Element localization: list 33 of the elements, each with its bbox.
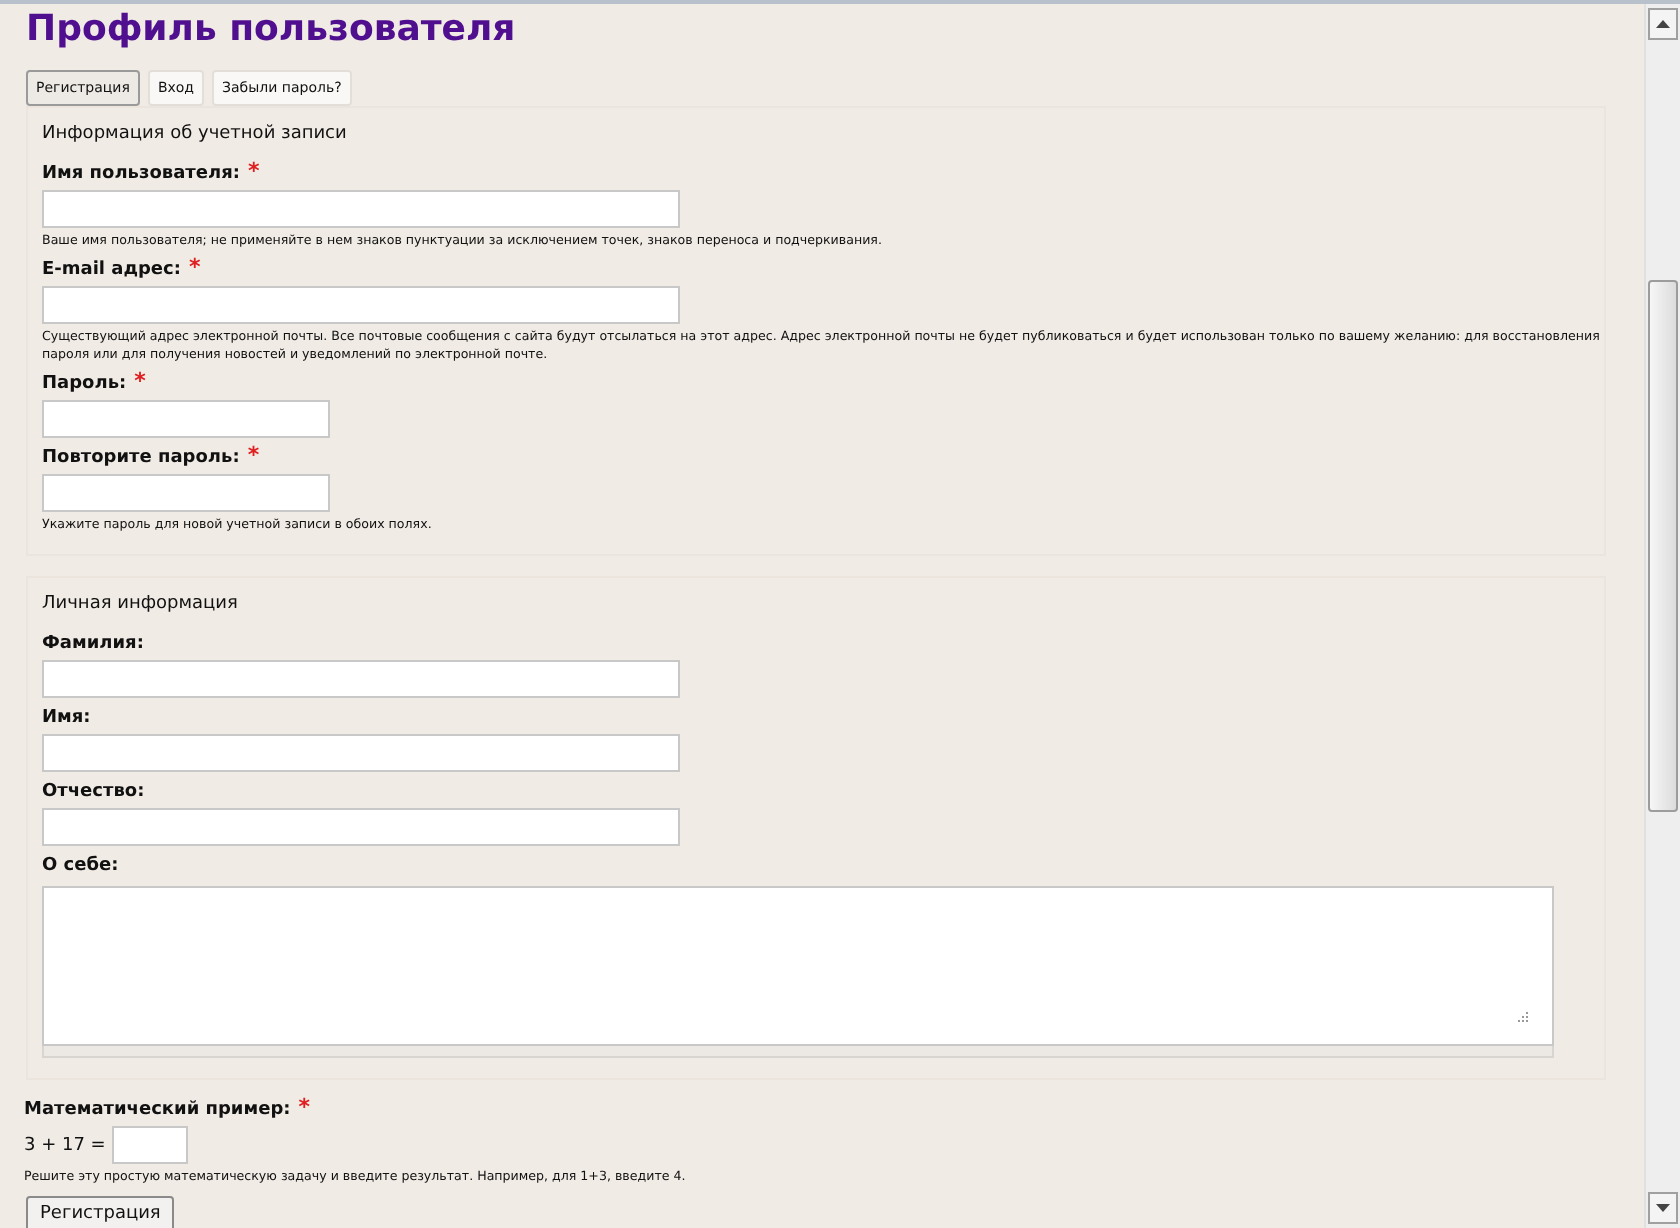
section-legend: Информация об учетной записи	[40, 126, 349, 144]
input-field[interactable]	[42, 808, 680, 846]
field-label: E-mail адрес:	[42, 258, 181, 282]
page-title: Профиль пользователя	[26, 8, 518, 54]
required-mark: *	[134, 372, 146, 392]
scroll-up-icon[interactable]	[1648, 8, 1678, 40]
input-field[interactable]	[42, 190, 680, 228]
field-label: Математический пример:	[24, 1098, 291, 1122]
scroll-thumb[interactable]	[1648, 280, 1678, 812]
required-mark: *	[247, 162, 260, 182]
scrollbar[interactable]	[1644, 4, 1680, 1228]
math-question: 3 + 17 =	[24, 1135, 106, 1155]
scroll-down-icon[interactable]	[1648, 1192, 1678, 1224]
field-label: Повторите пароль:	[42, 446, 240, 470]
text-area[interactable]	[42, 886, 1554, 1046]
resize-bar[interactable]	[42, 1046, 1554, 1058]
required-mark: *	[247, 446, 260, 466]
field-label: Отчество:	[42, 780, 145, 804]
field-label: Имя пользователя:	[42, 162, 240, 186]
input-field[interactable]	[42, 660, 680, 698]
answer-field[interactable]	[111, 1126, 188, 1164]
section-legend: Личная информация	[40, 596, 240, 614]
submit-button[interactable]: Регистрация	[26, 1196, 175, 1228]
field-label: Имя:	[42, 706, 91, 730]
input-field[interactable]	[42, 734, 680, 772]
input-field[interactable]	[42, 400, 330, 438]
required-mark: *	[298, 1098, 311, 1118]
input-field[interactable]	[42, 286, 680, 324]
input-field[interactable]	[42, 474, 330, 512]
field-label: О себе:	[42, 854, 119, 878]
field-label: Пароль:	[42, 372, 127, 396]
required-mark: *	[188, 258, 201, 278]
field-label: Фамилия:	[42, 632, 144, 656]
